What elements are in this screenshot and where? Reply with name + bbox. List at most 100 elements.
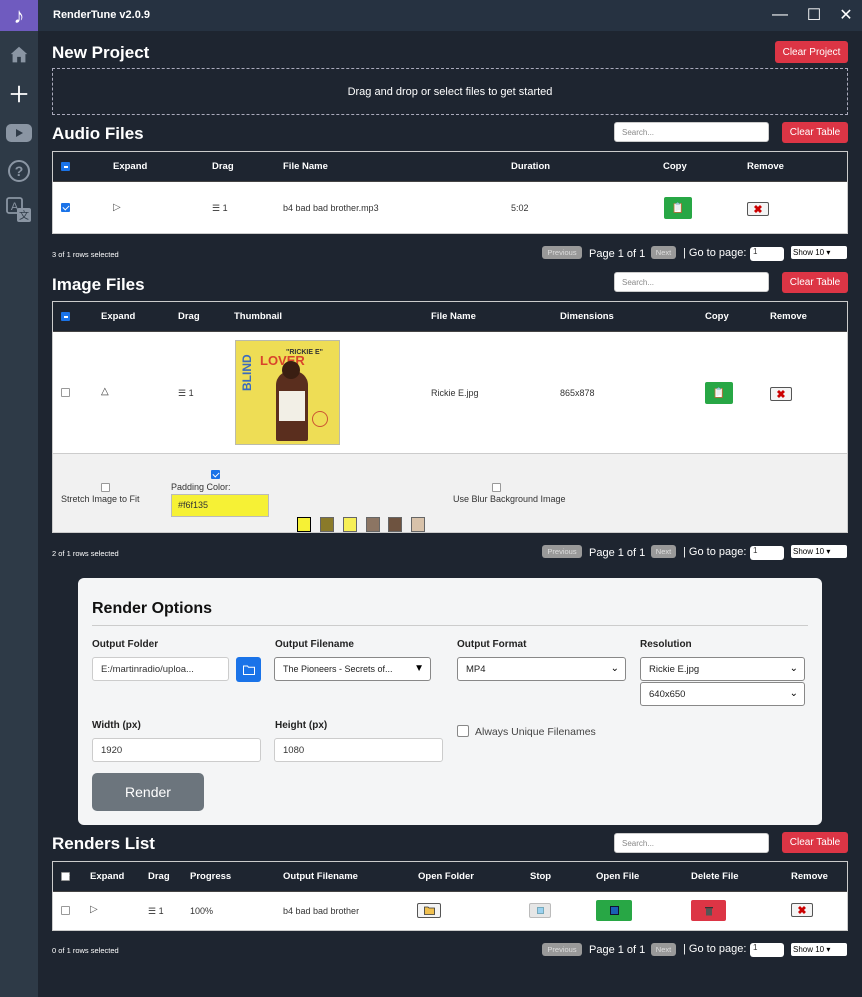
image-clear-table-button[interactable]: Clear Table	[782, 272, 848, 293]
image-search-input[interactable]: Search...	[614, 272, 769, 292]
blur-background-checkbox[interactable]	[492, 483, 501, 492]
renders-next-button[interactable]: Next	[651, 943, 676, 956]
table-row: △ ☰ 1 "RICKIE E" LOVER BLIND Rickie E.jp…	[53, 332, 847, 454]
file-dropzone[interactable]: Drag and drop or select files to get sta…	[52, 68, 848, 115]
renders-prev-button[interactable]: Previous	[542, 943, 582, 956]
output-filename-select[interactable]: The Pioneers - Secrets of... ▼	[274, 657, 431, 681]
audio-goto-input[interactable]: 1	[750, 247, 784, 261]
width-input[interactable]: 1920	[92, 738, 261, 762]
col-drag[interactable]: Drag	[178, 302, 200, 332]
open-file-button[interactable]	[596, 900, 632, 921]
expand-icon[interactable]: ▷	[113, 202, 121, 213]
col-delete-file[interactable]: Delete File	[691, 862, 739, 892]
col-file-name[interactable]: File Name	[431, 302, 476, 332]
close-icon[interactable]: ✕	[835, 5, 857, 25]
image-next-button[interactable]: Next	[651, 545, 676, 558]
swatch-6[interactable]	[411, 517, 425, 532]
audio-prev-button[interactable]: Previous	[542, 246, 582, 259]
col-expand[interactable]: Expand	[113, 152, 147, 182]
swatch-3[interactable]	[343, 517, 357, 532]
folder-picker-button[interactable]	[236, 657, 261, 682]
select-all-checkbox[interactable]	[61, 872, 70, 881]
col-thumbnail[interactable]: Thumbnail	[234, 302, 282, 332]
col-remove[interactable]: Remove	[770, 302, 807, 332]
col-expand[interactable]: Expand	[90, 862, 124, 892]
youtube-icon[interactable]	[5, 119, 33, 147]
col-duration[interactable]: Duration	[511, 152, 550, 182]
audio-next-button[interactable]: Next	[651, 246, 676, 259]
select-all-checkbox[interactable]	[61, 162, 70, 171]
col-copy[interactable]: Copy	[663, 152, 687, 182]
select-all-checkbox[interactable]	[61, 312, 70, 321]
chevron-down-icon: ▾	[826, 945, 831, 954]
copy-button[interactable]: 📋	[664, 197, 692, 219]
col-output-filename[interactable]: Output Filename	[283, 862, 358, 892]
collapse-icon[interactable]: △	[101, 386, 109, 397]
col-file-name[interactable]: File Name	[283, 152, 328, 182]
stretch-checkbox[interactable]	[101, 483, 110, 492]
col-open-file[interactable]: Open File	[596, 862, 639, 892]
help-icon[interactable]: ?	[5, 157, 33, 185]
swatch-1[interactable]	[297, 517, 311, 532]
col-open-folder[interactable]: Open Folder	[418, 862, 474, 892]
stop-button[interactable]	[529, 903, 551, 918]
thumbnail-image[interactable]: "RICKIE E" LOVER BLIND	[235, 340, 340, 445]
remove-button[interactable]: ✖	[747, 202, 769, 216]
renders-clear-table-button[interactable]: Clear Table	[782, 832, 848, 853]
col-expand[interactable]: Expand	[101, 302, 135, 332]
renders-rows-selected: 0 of 1 rows selected	[52, 946, 119, 955]
plus-icon[interactable]	[5, 80, 33, 108]
height-input[interactable]: 1080	[274, 738, 443, 762]
col-stop[interactable]: Stop	[530, 862, 551, 892]
image-show-select[interactable]: Show 10 ▾	[791, 545, 847, 558]
renders-show-select[interactable]: Show 10 ▾	[791, 943, 847, 956]
progress-value: 100%	[190, 906, 214, 916]
col-copy[interactable]: Copy	[705, 302, 729, 332]
renders-goto-input[interactable]: 1	[750, 943, 784, 957]
renders-search-input[interactable]: Search...	[614, 833, 769, 853]
drag-handle[interactable]: ☰ 1	[148, 906, 164, 917]
delete-file-button[interactable]	[691, 900, 726, 921]
padding-color-label: Padding Color:	[171, 482, 231, 492]
resolution-image-select[interactable]: Rickie E.jpg ⌄	[640, 657, 805, 681]
padding-color-checkbox[interactable]	[211, 470, 220, 479]
output-folder-label: Output Folder	[92, 639, 159, 650]
swatch-5[interactable]	[388, 517, 402, 532]
minimize-icon[interactable]: —	[769, 5, 791, 25]
home-icon[interactable]	[5, 41, 33, 69]
col-dimensions[interactable]: Dimensions	[560, 302, 614, 332]
remove-button[interactable]: ✖	[770, 387, 792, 401]
resolution-size-select[interactable]: 640x650 ⌄	[640, 682, 805, 706]
col-progress[interactable]: Progress	[190, 862, 231, 892]
translate-icon[interactable]: A文	[5, 196, 33, 224]
col-remove[interactable]: Remove	[747, 152, 784, 182]
render-button[interactable]: Render	[92, 773, 204, 811]
row-checkbox[interactable]	[61, 203, 70, 212]
col-remove[interactable]: Remove	[791, 862, 828, 892]
maximize-icon[interactable]: ☐	[803, 5, 825, 25]
swatch-2[interactable]	[320, 517, 334, 532]
height-label: Height (px)	[275, 720, 328, 731]
audio-show-select[interactable]: Show 10 ▾	[791, 246, 847, 259]
padding-color-input[interactable]: #f6f135	[171, 494, 269, 517]
trash-icon	[704, 907, 713, 916]
row-checkbox[interactable]	[61, 906, 70, 915]
drag-handle[interactable]: ☰ 1	[178, 388, 194, 399]
audio-search-input[interactable]: Search...	[614, 122, 769, 142]
image-goto-input[interactable]: 1	[750, 546, 784, 560]
drag-handle[interactable]: ☰ 1	[212, 203, 228, 214]
clear-project-button[interactable]: Clear Project	[775, 41, 848, 63]
expand-icon[interactable]: ▷	[90, 904, 98, 915]
copy-button[interactable]: 📋	[705, 382, 733, 404]
unique-filenames-checkbox[interactable]	[457, 725, 469, 737]
col-drag[interactable]: Drag	[212, 152, 234, 182]
audio-clear-table-button[interactable]: Clear Table	[782, 122, 848, 143]
open-folder-button[interactable]	[417, 903, 441, 918]
swatch-4[interactable]	[366, 517, 380, 532]
output-format-select[interactable]: MP4 ⌄	[457, 657, 626, 681]
remove-button[interactable]: ✖	[791, 903, 813, 917]
col-drag[interactable]: Drag	[148, 862, 170, 892]
output-folder-input[interactable]: E:/martinradio/uploa...	[92, 657, 229, 681]
image-prev-button[interactable]: Previous	[542, 545, 582, 558]
row-checkbox[interactable]	[61, 388, 70, 397]
